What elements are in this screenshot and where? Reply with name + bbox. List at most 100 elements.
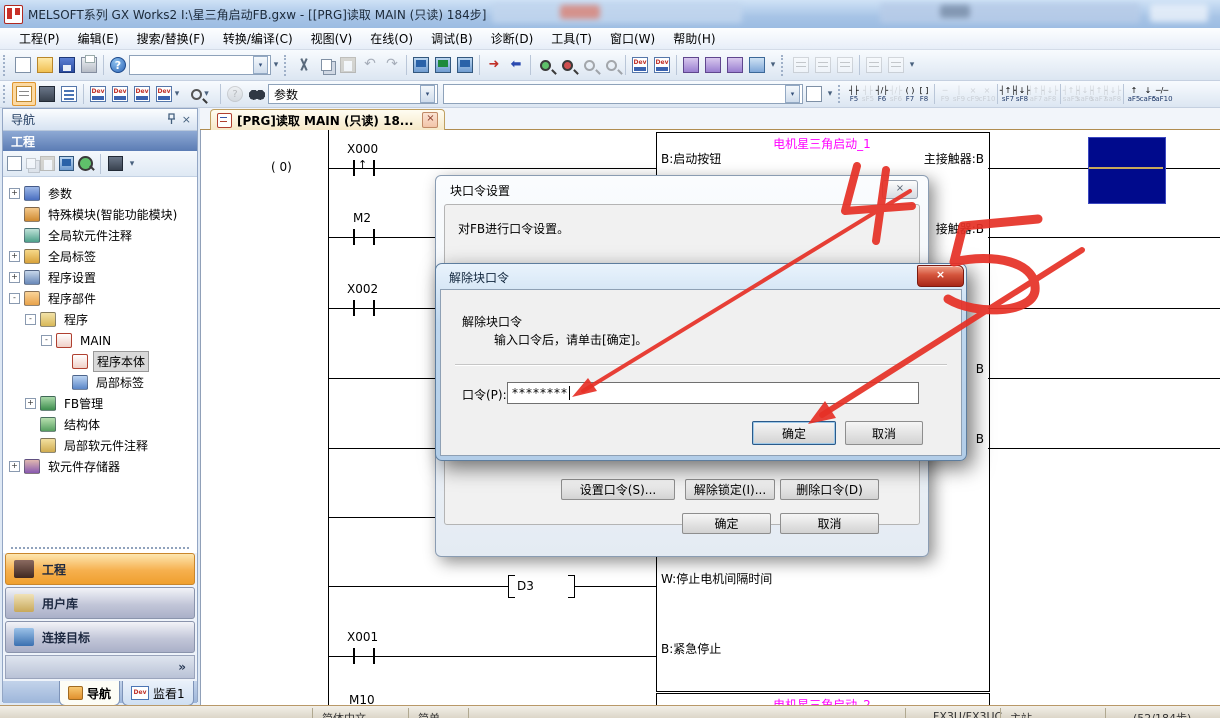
help-button[interactable]: ? (107, 54, 129, 76)
fkey-open-contact[interactable]: ┤├F5 (847, 82, 861, 106)
dialog1-ok-button[interactable]: 确定 (682, 513, 771, 534)
menu-window[interactable]: 窗口(W) (601, 28, 664, 49)
device-memory-button[interactable]: Dev (651, 54, 673, 76)
ladder-edit-button5[interactable] (885, 54, 907, 76)
sort-filter-icon[interactable] (108, 156, 123, 171)
program-selector-combo[interactable]: ▾ (129, 55, 271, 75)
device-display-dropdown[interactable]: Dev▾ (153, 83, 185, 105)
menu-view[interactable]: 视图(V) (302, 28, 362, 49)
monitor-start-button[interactable] (534, 54, 556, 76)
window-arrange-button[interactable] (724, 54, 746, 76)
tree-item-main[interactable]: -MAIN (3, 330, 197, 351)
tree-item-fb-management[interactable]: +FB管理 (3, 393, 197, 414)
device-find-button[interactable] (410, 54, 432, 76)
menu-compile[interactable]: 转换/编译(C) (214, 28, 302, 49)
monitor-resume-button[interactable] (600, 54, 622, 76)
nav-button-user-library[interactable]: 用户库 (5, 587, 195, 619)
password-input[interactable]: ******** (507, 382, 919, 404)
delete-password-button[interactable]: 删除口令(D) (780, 479, 879, 500)
navigation-toggle-button[interactable] (12, 82, 36, 106)
device-list-button[interactable]: Dev (109, 83, 131, 105)
device-find-combo[interactable]: 参数 ▾ (268, 84, 438, 104)
pc-lock-button[interactable] (746, 54, 768, 76)
help-context-button[interactable]: ? (224, 83, 246, 105)
document-search-button[interactable] (803, 83, 825, 105)
device-search-dropdown[interactable]: ▾ (185, 83, 217, 105)
dialog2-cancel-button[interactable]: 取消 (845, 421, 923, 445)
menu-help[interactable]: 帮助(H) (664, 28, 724, 49)
chevron-down-icon[interactable]: ▾ (253, 56, 268, 74)
device-batch-button[interactable]: Dev (131, 83, 153, 105)
ladder-edit-button2[interactable] (812, 54, 834, 76)
fkey-pulse-fall-branch[interactable]: ┤↓├aF8 (1043, 82, 1057, 106)
undo-button[interactable]: ↶ (359, 54, 381, 76)
toolbar-overflow-chevron[interactable]: ▾ (825, 89, 835, 99)
nav-more-buttons[interactable]: » (5, 655, 195, 679)
monitor-pause-button[interactable] (578, 54, 600, 76)
open-project-button[interactable] (34, 54, 56, 76)
tab-navigation[interactable]: 导航 (59, 681, 120, 706)
close-icon[interactable]: × (182, 113, 191, 126)
chevron-down-icon[interactable]: ▾ (785, 85, 800, 103)
chevron-down-icon[interactable]: ▾ (127, 159, 137, 169)
nav-button-project[interactable]: 工程 (5, 553, 195, 585)
fkey-invert[interactable]: ─/─caF10 (1155, 82, 1169, 106)
ladder-edit-button4[interactable] (863, 54, 885, 76)
menu-diagnostics[interactable]: 诊断(D) (482, 28, 543, 49)
refresh-icon[interactable] (78, 156, 93, 171)
tree-item-global-comment[interactable]: 全局软元件注释 (3, 225, 197, 246)
tree-item-pou[interactable]: -程序部件 (3, 288, 197, 309)
ladder-selection-cursor[interactable] (1088, 137, 1166, 204)
fkey-pulse-close-branch[interactable]: ┤↓├saF8 (1106, 82, 1120, 106)
panel-splitter[interactable] (11, 547, 189, 549)
nav-button-connection[interactable]: 连接目标 (5, 621, 195, 653)
dialog1-close-button[interactable]: × (882, 180, 918, 199)
property-icon[interactable] (59, 156, 74, 171)
tree-item-global-label[interactable]: +全局标签 (3, 246, 197, 267)
copy-icon[interactable] (26, 158, 36, 169)
menu-online[interactable]: 在线(O) (361, 28, 422, 49)
tree-item-program-setting[interactable]: +程序设置 (3, 267, 197, 288)
fkey-closed-contact[interactable]: ┤/├F6 (875, 82, 889, 106)
fkey-closed-branch[interactable]: ┤/├sF6 (889, 82, 903, 106)
tree-item-local-label[interactable]: 局部标签 (3, 372, 197, 393)
dialog2-ok-button[interactable]: 确定 (752, 421, 836, 445)
cut-button[interactable] (293, 54, 315, 76)
tab-prg-main[interactable]: [PRG]读取 MAIN (只读) 18... × (210, 109, 445, 130)
find-button[interactable] (246, 83, 268, 105)
menu-project[interactable]: 工程(P) (10, 28, 69, 49)
ladder-edit-button1[interactable] (790, 54, 812, 76)
dialog2-close-button[interactable]: × (917, 265, 964, 287)
save-project-button[interactable] (56, 54, 78, 76)
menu-tools[interactable]: 工具(T) (542, 28, 601, 49)
fkey-open-branch[interactable]: ┤├sF5 (861, 82, 875, 106)
toolbar-overflow-chevron[interactable]: ▾ (907, 60, 917, 70)
write-to-plc-button[interactable]: ➜ (483, 54, 505, 76)
tree-item-parameter[interactable]: +参数 (3, 183, 197, 204)
window-cascade-button[interactable] (680, 54, 702, 76)
toolbar-overflow-chevron[interactable]: ▾ (768, 60, 778, 70)
fkey-instruction[interactable]: [ ]F8 (917, 82, 931, 106)
chevron-down-icon[interactable]: ▾ (420, 85, 435, 103)
tree-item-local-comment[interactable]: 局部软元件注释 (3, 435, 197, 456)
tree-item-structure[interactable]: 结构体 (3, 414, 197, 435)
redo-button[interactable]: ↷ (381, 54, 403, 76)
paste-button[interactable] (337, 54, 359, 76)
tab-watch1[interactable]: Dev 监看1 (122, 681, 194, 706)
fkey-hline[interactable]: ─F9 (938, 82, 952, 106)
ladder-edit-button3[interactable] (834, 54, 856, 76)
print-button[interactable] (78, 54, 100, 76)
tree-item-device-memory[interactable]: +软元件存储器 (3, 456, 197, 477)
menu-debug[interactable]: 调试(B) (422, 28, 482, 49)
device-comment-button[interactable]: Dev (629, 54, 651, 76)
tree-item-program-body[interactable]: 程序本体 (3, 351, 197, 372)
menu-find-replace[interactable]: 搜索/替换(F) (128, 28, 214, 49)
new-item-icon[interactable] (7, 156, 22, 171)
copy-button[interactable] (315, 54, 337, 76)
new-project-button[interactable] (12, 54, 34, 76)
tree-item-program[interactable]: -程序 (3, 309, 197, 330)
set-password-button[interactable]: 设置口令(S)... (561, 479, 675, 500)
list-view-button[interactable] (58, 83, 80, 105)
fkey-delete-vline[interactable]: ×cF10 (980, 82, 994, 106)
device-find2-button[interactable] (432, 54, 454, 76)
